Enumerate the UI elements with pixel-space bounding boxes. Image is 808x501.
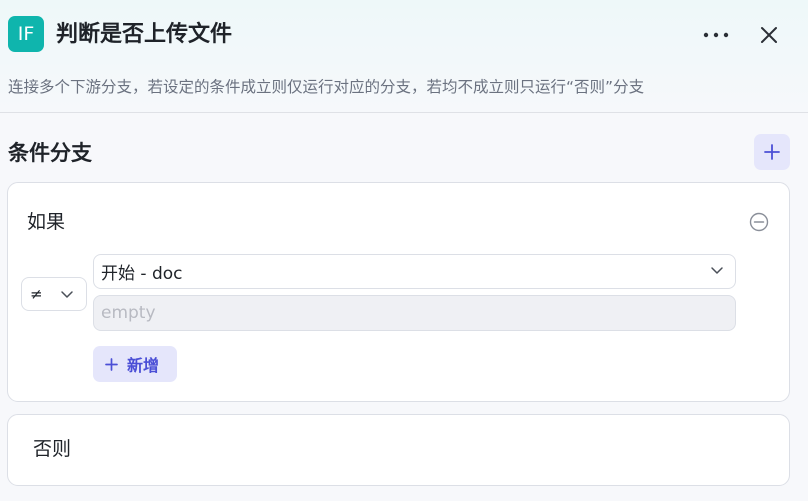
variable-select[interactable]: 开始 - doc (93, 254, 736, 289)
else-branch-card: 否则 (7, 414, 790, 486)
condition-value-input[interactable] (93, 295, 736, 331)
minus-circle-icon (749, 212, 769, 232)
chevron-down-icon (61, 290, 73, 298)
section-title: 条件分支 (8, 141, 92, 165)
panel-header: IF 判断是否上传文件 连接多个下游分支，若设定的条件成立则仅运行对应的分支，若… (0, 0, 808, 113)
if-label: 如果 (27, 211, 66, 233)
add-condition-button[interactable]: 新增 (93, 346, 177, 382)
node-description: 连接多个下游分支，若设定的条件成立则仅运行对应的分支，若均不成立则只运行“否则”… (8, 78, 645, 96)
logo-text: IF (17, 22, 35, 45)
close-button[interactable] (754, 20, 784, 50)
node-title[interactable]: 判断是否上传文件 (56, 21, 232, 49)
add-branch-button[interactable] (754, 134, 790, 170)
variable-value: 开始 - doc (101, 264, 183, 284)
else-label: 否则 (33, 438, 72, 460)
more-horizontal-icon (703, 32, 729, 38)
more-options-button[interactable] (700, 20, 732, 50)
add-condition-label: 新增 (127, 356, 160, 375)
if-node-logo: IF (8, 16, 44, 52)
operator-value: ≠ (30, 285, 43, 303)
chevron-down-icon (711, 267, 723, 274)
remove-branch-button[interactable] (749, 212, 769, 232)
close-icon (761, 27, 777, 43)
plus-icon (764, 144, 780, 160)
if-branch-card: 如果 ≠ 开始 - doc 新增 (7, 182, 790, 402)
operator-select[interactable]: ≠ (21, 277, 87, 311)
plus-icon (105, 357, 118, 371)
